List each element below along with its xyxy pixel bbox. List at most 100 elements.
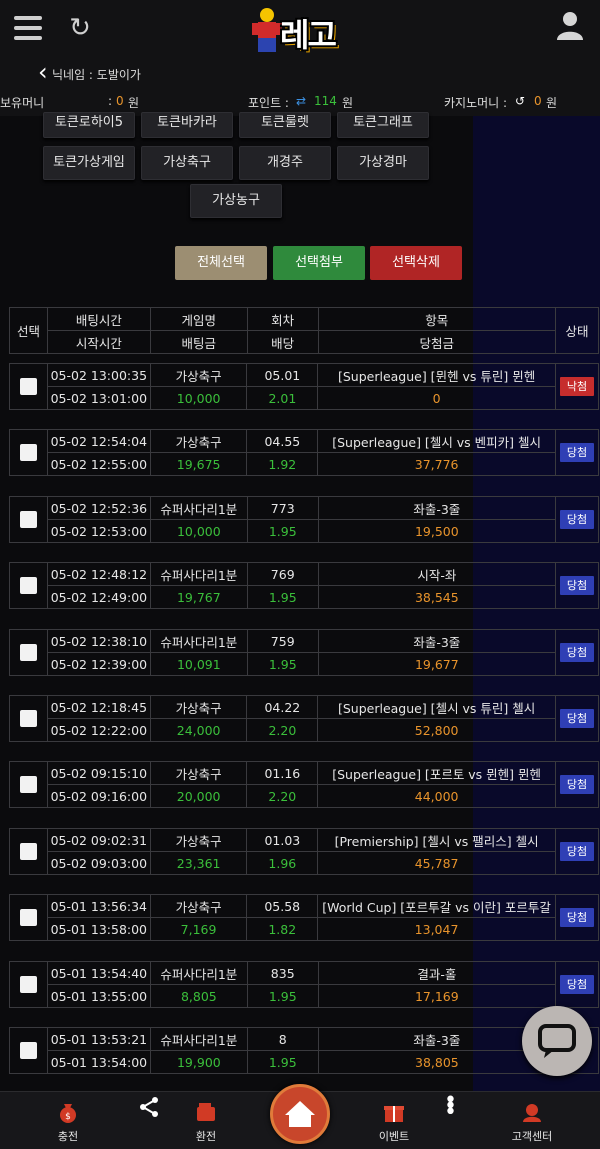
bottom-nav: $ 충전 환전 이벤트 • • • 고객센터 [0,1084,600,1149]
refresh-icon[interactable]: ↻ [66,14,94,42]
bet-item: 좌출-3줄 [317,1027,557,1051]
row-checkbox[interactable] [19,577,37,594]
start-time: 05-02 12:49:00 [46,585,151,609]
nav-support[interactable]: 고객센터 [492,1092,572,1144]
header-game-name: 게임명 [149,307,248,331]
bet-time: 05-02 12:52:36 [46,496,151,520]
bet-amount: 10,000 [149,519,248,543]
row-checkbox[interactable] [19,909,37,926]
select-all-button[interactable]: 전체선택 [175,246,267,280]
round: 05.01 [246,363,319,387]
status-badge: 당첨 [559,510,594,529]
start-time: 05-02 09:03:00 [46,851,151,875]
game-button-virtual-soccer[interactable]: 가상축구 [141,146,233,180]
row-checkbox[interactable] [19,976,37,993]
top-header: ↻ 레고 [0,0,600,58]
round: 8 [246,1027,319,1051]
more-icon[interactable]: • • • [444,1090,457,1124]
game-button-horse-race[interactable]: 가상경마 [337,146,429,180]
round: 01.16 [246,761,319,785]
row-select-cell [9,363,48,410]
nav-exchange[interactable]: 환전 [166,1092,246,1144]
status-badge: 당첨 [559,975,594,994]
game-button-roulette[interactable]: 토큰룰렛 [239,112,331,138]
game-button-graph[interactable]: 토큰그래프 [337,112,429,138]
row-checkbox[interactable] [19,776,37,793]
bet-row: 05-02 12:54:04 가상축구 04.55 [Superleague] … [9,429,599,476]
header-select: 선택 [9,307,48,354]
row-select-cell [9,629,48,676]
casino-refresh-icon[interactable]: ↺ [515,94,525,108]
game-button-baccarat[interactable]: 토큰바카라 [141,112,233,138]
round: 769 [246,562,319,586]
attach-selected-button[interactable]: 선택첨부 [273,246,365,280]
bet-amount: 10,091 [149,652,248,676]
bet-row: 05-02 12:38:10 슈퍼사다리1분 759 좌출-3줄 당첨 05-0… [9,629,600,676]
bet-amount: 10,000 [149,386,248,410]
game-name: 슈퍼사다리1분 [149,629,248,653]
row-checkbox[interactable] [19,378,37,395]
status-cell: 당첨 [555,828,599,875]
nav-exchange-label: 환전 [195,1130,217,1143]
bet-amount: 23,361 [149,851,248,875]
status-cell: 당첨 [554,629,600,676]
row-checkbox[interactable] [19,1042,37,1059]
game-button-lowhi5[interactable]: 토큰로하이5 [43,112,135,138]
back-icon[interactable]: ‹ [38,60,48,84]
game-button-dog-race[interactable]: 개경주 [239,146,331,180]
status-badge: 낙첨 [560,377,594,396]
share-icon[interactable] [138,1096,160,1118]
game-button-token-virtual[interactable]: 토큰가상게임 [43,146,135,180]
win-amount: 0 [317,386,556,410]
bet-amount: 19,900 [149,1050,248,1074]
odds: 1.92 [246,452,319,476]
user-icon[interactable] [556,10,584,40]
bet-amount: 19,767 [149,585,248,609]
status-cell: 당첨 [554,496,600,543]
casino-money-value: 0 [534,94,542,108]
row-checkbox[interactable] [19,444,37,461]
chat-button[interactable] [522,1006,592,1076]
game-button-virtual-basketball[interactable]: 가상농구 [190,184,282,218]
round: 835 [246,961,319,985]
status-cell: 당첨 [555,695,599,742]
round: 759 [246,629,319,653]
home-button[interactable] [270,1084,330,1144]
game-name: 가상축구 [149,894,248,918]
row-checkbox[interactable] [19,710,37,727]
nav-charge-label: 충전 [57,1130,79,1143]
header-odds: 배당 [246,330,319,354]
bet-item: 좌출-3줄 [317,496,556,520]
bet-row: 05-01 13:54:40 슈퍼사다리1분 835 결과-홀 당첨 05-01… [9,961,600,1008]
odds: 1.96 [246,851,319,875]
menu-icon[interactable] [14,16,42,40]
round: 04.22 [246,695,319,719]
header-bet-time: 배팅시간 [46,307,151,331]
status-cell: 낙첨 [555,363,599,410]
row-select-cell [9,761,48,808]
row-select-cell [9,695,48,742]
row-select-cell [9,961,48,1008]
headset-icon [523,1104,541,1122]
header-bet-amount: 배팅금 [149,330,248,354]
row-checkbox[interactable] [19,843,37,860]
bet-row: 05-01 13:56:34 가상축구 05.58 [World Cup] [포… [9,894,599,941]
round: 773 [246,496,319,520]
bet-item: [Superleague] [뮌헨 vs 튜린] 뮌헨 [317,363,556,387]
bet-item: [Superleague] [포르토 vs 뮌헨] 뮌헨 [317,761,557,785]
status-cell: 당첨 [555,429,599,476]
logo[interactable]: 레고 [250,6,360,54]
bet-amount: 7,169 [149,917,248,941]
delete-selected-button[interactable]: 선택삭제 [370,246,462,280]
lego-figure-icon [252,8,282,52]
odds: 1.95 [246,585,319,609]
gift-icon [384,1106,404,1122]
win-amount: 19,677 [317,652,556,676]
bet-time: 05-02 12:54:04 [46,429,151,453]
nav-charge[interactable]: $ 충전 [28,1092,108,1144]
exchange-arrow-icon[interactable]: ⇄ [296,94,306,108]
nav-event[interactable]: 이벤트 [354,1092,434,1144]
status-badge: 당첨 [559,576,594,595]
row-checkbox[interactable] [19,511,37,528]
row-checkbox[interactable] [19,644,37,661]
